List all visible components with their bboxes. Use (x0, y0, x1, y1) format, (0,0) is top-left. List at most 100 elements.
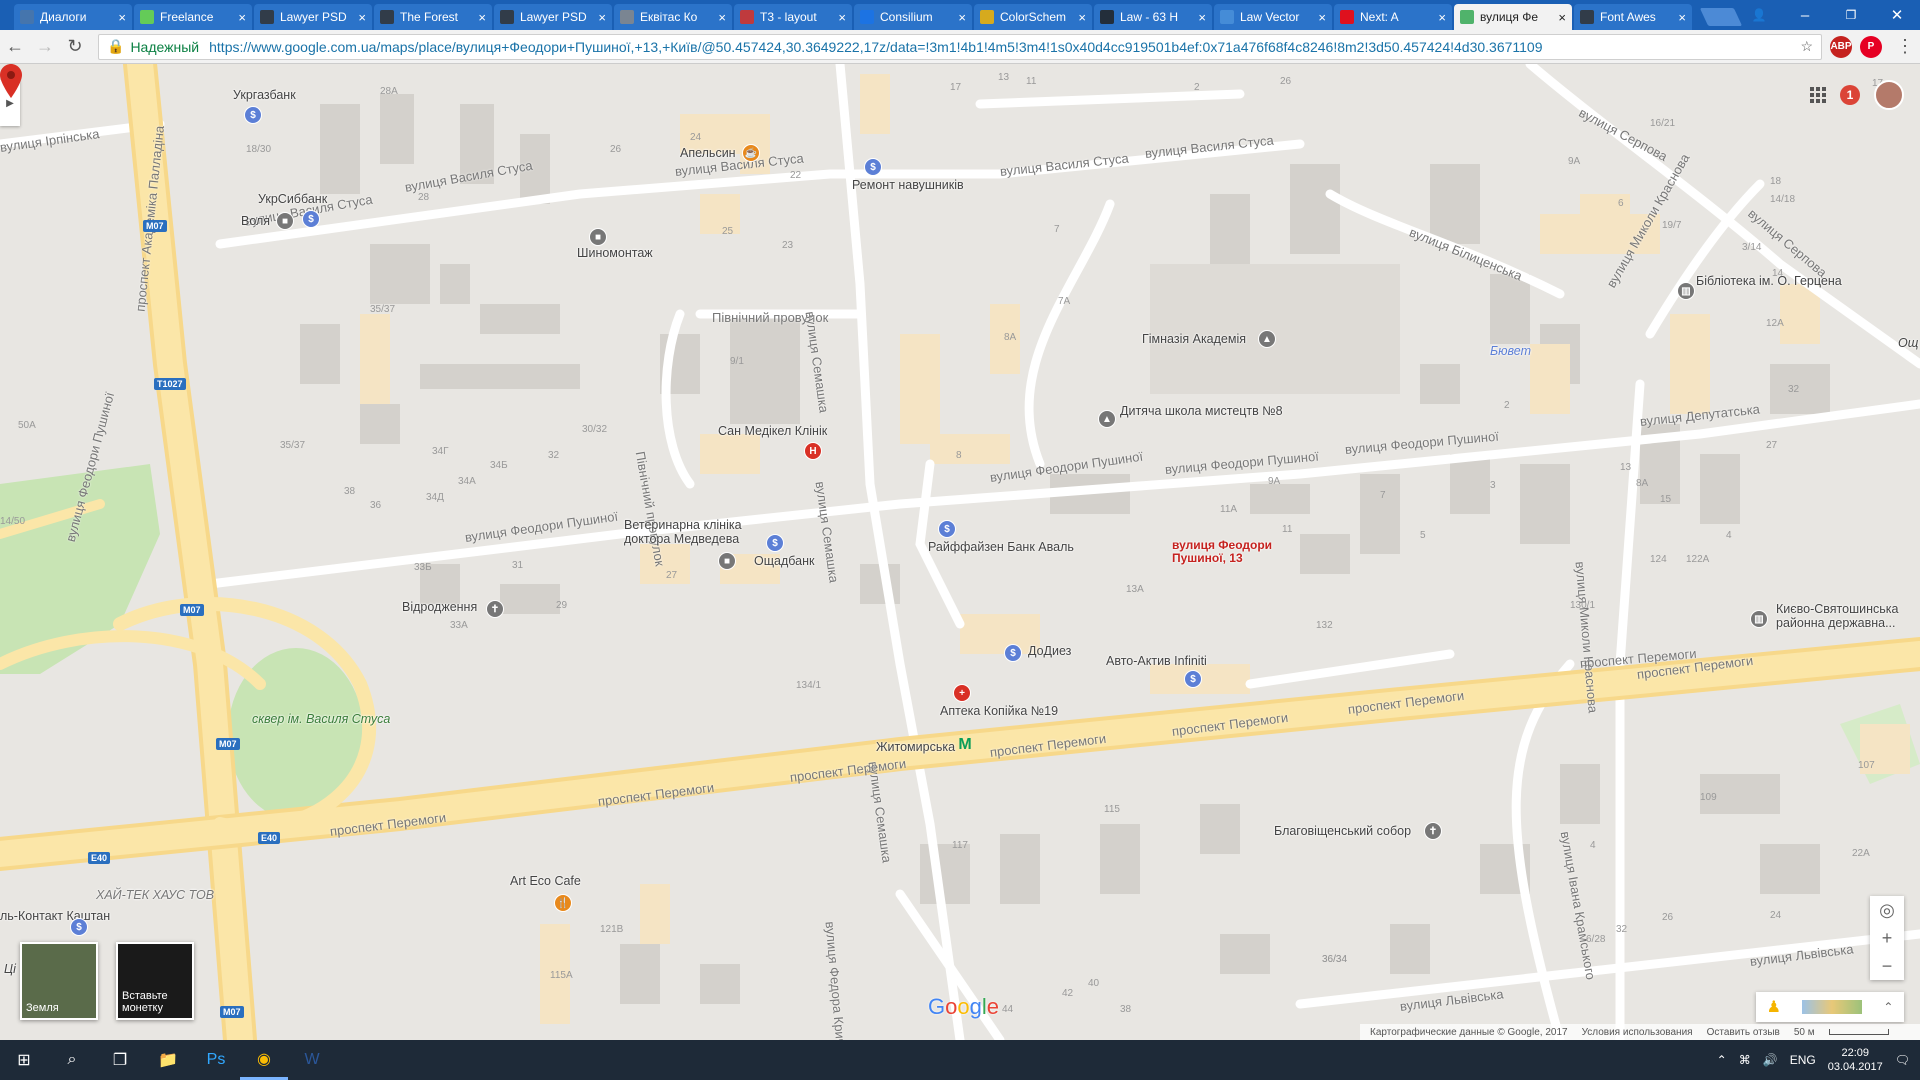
place-label[interactable]: сквер ім. Василя Стуса (252, 712, 390, 726)
minimize-button[interactable]: – (1782, 0, 1828, 30)
shop-icon[interactable]: ■ (589, 228, 607, 246)
browser-tab[interactable]: ColorSchem × (974, 4, 1092, 30)
browser-tab[interactable]: Диалоги × (14, 4, 132, 30)
browser-tab[interactable]: The Forest × (374, 4, 492, 30)
browser-tab[interactable]: Lawyer PSD × (254, 4, 372, 30)
restore-button[interactable]: ❐ (1828, 0, 1874, 30)
pharmacy-icon[interactable]: + (953, 684, 971, 702)
place-label[interactable]: Сан Медікел Клінік (718, 424, 827, 438)
close-tab-icon[interactable]: × (838, 10, 846, 25)
place-label[interactable]: Києво-Святошинська районна державна... (1776, 602, 1920, 630)
close-tab-icon[interactable]: × (1558, 10, 1566, 25)
volume-icon[interactable]: 🔊 (1763, 1053, 1778, 1067)
notification-badge[interactable]: 1 (1840, 85, 1860, 105)
place-label[interactable]: ДоДиез (1028, 644, 1071, 658)
pacman-thumbnail[interactable]: Вставьте монетку (116, 942, 194, 1020)
browser-tab[interactable]: Law - 63 H × (1094, 4, 1212, 30)
place-label[interactable]: Житомирська (876, 740, 955, 754)
network-icon[interactable]: ⌘ (1739, 1053, 1751, 1067)
close-window-button[interactable]: ✕ (1874, 0, 1920, 30)
food-icon[interactable]: 🍴 (554, 894, 572, 912)
pinterest-icon[interactable]: P (1860, 35, 1882, 58)
close-tab-icon[interactable]: × (118, 10, 126, 25)
expand-up-icon[interactable]: ⌃ (1883, 1000, 1893, 1014)
apps-grid-icon[interactable] (1810, 87, 1826, 103)
bookmark-star-icon[interactable]: ☆ (1800, 38, 1813, 55)
bank-icon[interactable]: $ (302, 210, 320, 228)
place-label[interactable]: Бювет (1490, 344, 1531, 358)
bank-icon[interactable]: $ (1004, 644, 1022, 662)
url-text[interactable]: https://www.google.com.ua/maps/place/вул… (209, 39, 1792, 55)
church-icon[interactable]: ✝ (1424, 822, 1442, 840)
place-label[interactable]: Бібліотека ім. О. Герцена (1696, 274, 1846, 288)
hospital-icon[interactable]: H (804, 442, 822, 460)
taskview-icon[interactable]: ❐ (96, 1040, 144, 1080)
shop-icon[interactable]: ■ (718, 552, 736, 570)
place-label[interactable]: Укргазбанк (233, 88, 296, 102)
close-tab-icon[interactable]: × (1318, 10, 1326, 25)
chevron-up-icon[interactable]: ⌃ (1717, 1053, 1727, 1067)
close-tab-icon[interactable]: × (598, 10, 606, 25)
avatar[interactable] (1874, 80, 1904, 110)
place-label[interactable]: УкрСиббанк (258, 192, 327, 206)
church-icon[interactable]: ✝ (486, 600, 504, 618)
selected-place-label[interactable]: вулиця Феодори Пушиної, 13 (1172, 539, 1282, 565)
back-button[interactable]: ← (0, 32, 30, 62)
browser-tab[interactable]: Font Awes × (1574, 4, 1692, 30)
browser-tab[interactable]: Lawyer PSD × (494, 4, 612, 30)
close-tab-icon[interactable]: × (358, 10, 366, 25)
language-indicator[interactable]: ENG (1790, 1053, 1816, 1067)
place-label[interactable]: Ці (4, 962, 16, 976)
browser-tab[interactable]: Consilium × (854, 4, 972, 30)
school-icon[interactable]: ▲ (1258, 330, 1276, 348)
adblock-icon[interactable]: ABP (1830, 35, 1852, 58)
location-pin-icon[interactable] (0, 64, 22, 98)
pegman-icon[interactable]: ♟ (1767, 997, 1781, 1017)
clock[interactable]: 22:09 03.04.2017 (1828, 1046, 1883, 1074)
metro-icon[interactable]: M (956, 736, 974, 754)
notifications-icon[interactable]: 🗨 (1895, 1053, 1910, 1067)
bank-icon[interactable]: $ (1184, 670, 1202, 688)
place-label[interactable]: Ощ (1898, 336, 1918, 350)
satellite-thumbnail[interactable]: Земля (20, 942, 98, 1020)
cafe-icon[interactable]: ☕ (742, 144, 760, 162)
place-label[interactable]: Апельсин (680, 146, 736, 160)
place-label[interactable]: Ветеринарна клініка доктора Медведева (624, 518, 774, 546)
browser-tab[interactable]: Freelance × (134, 4, 252, 30)
photoshop-icon[interactable]: Ps (192, 1040, 240, 1080)
place-label[interactable]: Ремонт навушників (852, 178, 964, 192)
close-tab-icon[interactable]: × (1078, 10, 1086, 25)
footer-feedback[interactable]: Оставить отзыв (1707, 1027, 1780, 1038)
place-label[interactable]: Воля (241, 214, 270, 228)
place-label[interactable]: Авто-Актив Infiniti (1106, 654, 1207, 668)
place-label[interactable]: Аптека Копійка №19 (940, 704, 1058, 718)
shop-icon[interactable]: ■ (276, 212, 294, 230)
bank-icon[interactable]: $ (244, 106, 262, 124)
place-label[interactable]: Дитяча школа мистецтв №8 (1120, 404, 1283, 418)
map-canvas[interactable]: ▶ вулиця Ірпінськавулиця Василя Стусавул… (0, 64, 1920, 1040)
explorer-icon[interactable]: 📁 (144, 1040, 192, 1080)
user-icon[interactable]: 👤 (1736, 0, 1782, 30)
imagery-strip[interactable] (1802, 1000, 1863, 1014)
place-label[interactable]: ХАЙ-ТЕК ХАУС ТОВ (96, 888, 214, 902)
address-bar[interactable]: 🔒 Надежный https://www.google.com.ua/map… (98, 33, 1822, 60)
place-label[interactable]: Шиномонтаж (577, 246, 653, 260)
footer-terms[interactable]: Условия использования (1582, 1027, 1693, 1038)
browser-tab[interactable]: Law Vector × (1214, 4, 1332, 30)
bank-icon[interactable]: $ (766, 534, 784, 552)
place-label[interactable]: Відродження (402, 600, 477, 614)
close-tab-icon[interactable]: × (1198, 10, 1206, 25)
zoom-out-button[interactable]: − (1870, 952, 1904, 980)
reload-button[interactable]: ↻ (60, 32, 90, 62)
close-tab-icon[interactable]: × (958, 10, 966, 25)
browser-tab[interactable]: вулиця Фе × (1454, 4, 1572, 30)
browser-tab[interactable]: Еквітас Ко × (614, 4, 732, 30)
place-label[interactable]: Ощадбанк (754, 554, 814, 568)
browser-tab[interactable]: T3 - layout × (734, 4, 852, 30)
chrome-icon[interactable]: ◉ (240, 1040, 288, 1080)
place-label[interactable]: Благовіщенський собор (1274, 824, 1411, 838)
close-tab-icon[interactable]: × (1438, 10, 1446, 25)
zoom-in-button[interactable]: + (1870, 924, 1904, 952)
bank-icon[interactable]: $ (864, 158, 882, 176)
place-label[interactable]: ль-Контакт Каштан (0, 909, 110, 923)
